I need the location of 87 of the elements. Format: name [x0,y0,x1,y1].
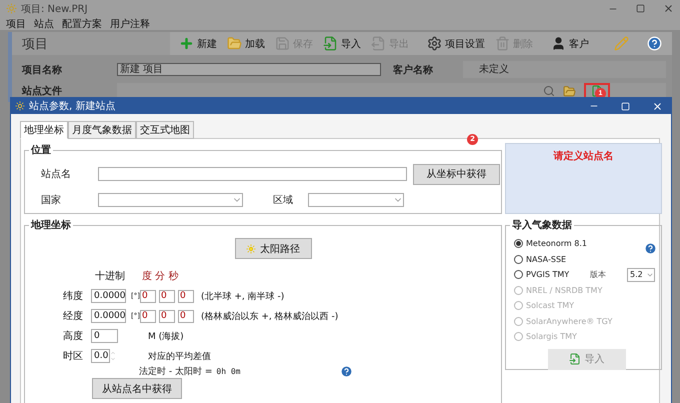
toolbar-button[interactable]: 导入 [320,36,364,51]
help-icon[interactable] [644,242,657,255]
option-label: Meteonorm 8.1 [526,239,587,248]
minutes-field[interactable]: 0 [159,310,175,322]
field-label: 站点名 [40,168,72,181]
maximize-icon[interactable] [636,4,645,13]
minutes-field[interactable]: 0 [159,290,175,302]
decimal-field[interactable]: 0.0000 [91,309,126,323]
menu-item[interactable]: 项目 [6,16,26,30]
field-label: 版本 [590,269,606,280]
dialog-title: 站点参数, 新建站点 [29,100,116,113]
search-icon[interactable] [543,85,555,97]
client-name-value: 未定义 [463,61,666,78]
plus-icon [179,36,194,51]
hint-text: 法定时 - 太阳时 = [139,366,212,378]
gear-icon [427,36,442,51]
decimal-field[interactable]: 0.0000 [91,289,126,303]
window-title: 项目: New.PRJ [21,2,88,16]
help-icon[interactable] [647,36,662,51]
person-icon [551,36,566,51]
radio-button[interactable] [514,270,523,280]
warning-message: 请定义站点名 [505,143,662,214]
panel-title: 项目 [21,36,49,52]
app-logo-icon [15,101,25,111]
hint-text: (北半球 +, 南半球 -) [200,290,286,302]
group-title: 地理坐标 [30,218,72,232]
field-label: 高度 [62,330,84,343]
altitude-field[interactable]: 0 [91,329,118,343]
menu-item[interactable]: 站点 [34,16,54,30]
degrees-field[interactable]: 0 [140,290,156,302]
seconds-field[interactable]: 0 [178,290,194,302]
toolbar-button[interactable]: 新建 [176,36,220,51]
get-from-coordinates-button[interactable]: 从坐标中获得 [413,164,500,184]
field-label: 经度 [62,310,84,323]
close-icon[interactable] [663,3,674,14]
floppy-icon [275,36,290,51]
hint-text: 对应的平均差值 [147,350,212,362]
country-dropdown[interactable] [98,193,243,207]
sun-icon [246,244,256,254]
app-logo-icon [6,3,17,14]
tab[interactable]: 地理坐标 [20,121,68,139]
file-arrow-icon [323,36,338,51]
degrees-field[interactable]: 0 [140,310,156,322]
close-icon[interactable] [652,100,663,112]
option-label: Solargis TMY [526,332,577,342]
hint-text: (格林威治以东 +, 格林威治以西 -) [200,310,340,322]
field-label: 项目名称 [22,64,63,76]
file-arrow-icon [371,36,386,51]
field-label: 客户名称 [393,63,434,76]
get-from-site-name-button[interactable]: 从站点名中获得 [92,378,182,399]
trash-icon [495,36,510,51]
unit-label: M (海拔) [147,330,185,342]
field-label: 站点文件 [22,84,63,98]
menu-item[interactable]: 用户注释 [110,16,150,30]
column-header: 度 分 秒 [141,270,180,283]
field-label: 纬度 [62,290,84,303]
toolbar-button[interactable]: 客户 [548,36,592,51]
column-header: 十进制 [94,270,126,283]
field-label: 区域 [272,194,294,207]
time-zone-field[interactable]: 0.0 [91,349,110,363]
folder-icon[interactable] [563,84,576,98]
field-label: 国家 [40,194,62,207]
radio-button[interactable] [514,254,523,264]
seconds-field[interactable]: 0 [178,310,194,322]
help-icon[interactable] [340,365,354,378]
group-title: 导入气象数据 [511,218,573,232]
toolbar-button[interactable]: 项目设置 [424,36,488,51]
option-label: PVGIS TMY [526,270,570,280]
option-label: NASA-SSE [526,254,566,264]
field-label: 时区 [62,350,84,363]
radio-button[interactable] [514,239,523,248]
menu-item[interactable]: 配置方案 [62,16,102,30]
sun-path-button[interactable]: 太阳路径 [234,238,312,259]
option-label: Solcast TMY [526,301,574,310]
version-dropdown[interactable]: 5.2 [627,268,655,282]
tab[interactable]: 月度气象数据 [68,121,136,139]
option-label: SolarAnywhere® TGY [526,316,612,326]
project-name-field[interactable]: 新建 项目 [117,63,381,76]
toolbar-button[interactable]: 加载 [224,36,268,51]
region-dropdown[interactable] [308,193,404,207]
site-name-field[interactable] [98,167,407,181]
file-arrow-icon [568,353,580,365]
option-label: NREL / NSRDB TMY [526,286,602,295]
offset-value: 0h 0m [216,367,240,376]
group-title: 位置 [30,144,52,157]
tab[interactable]: 交互式地图 [136,121,194,139]
folder-icon [227,36,242,51]
